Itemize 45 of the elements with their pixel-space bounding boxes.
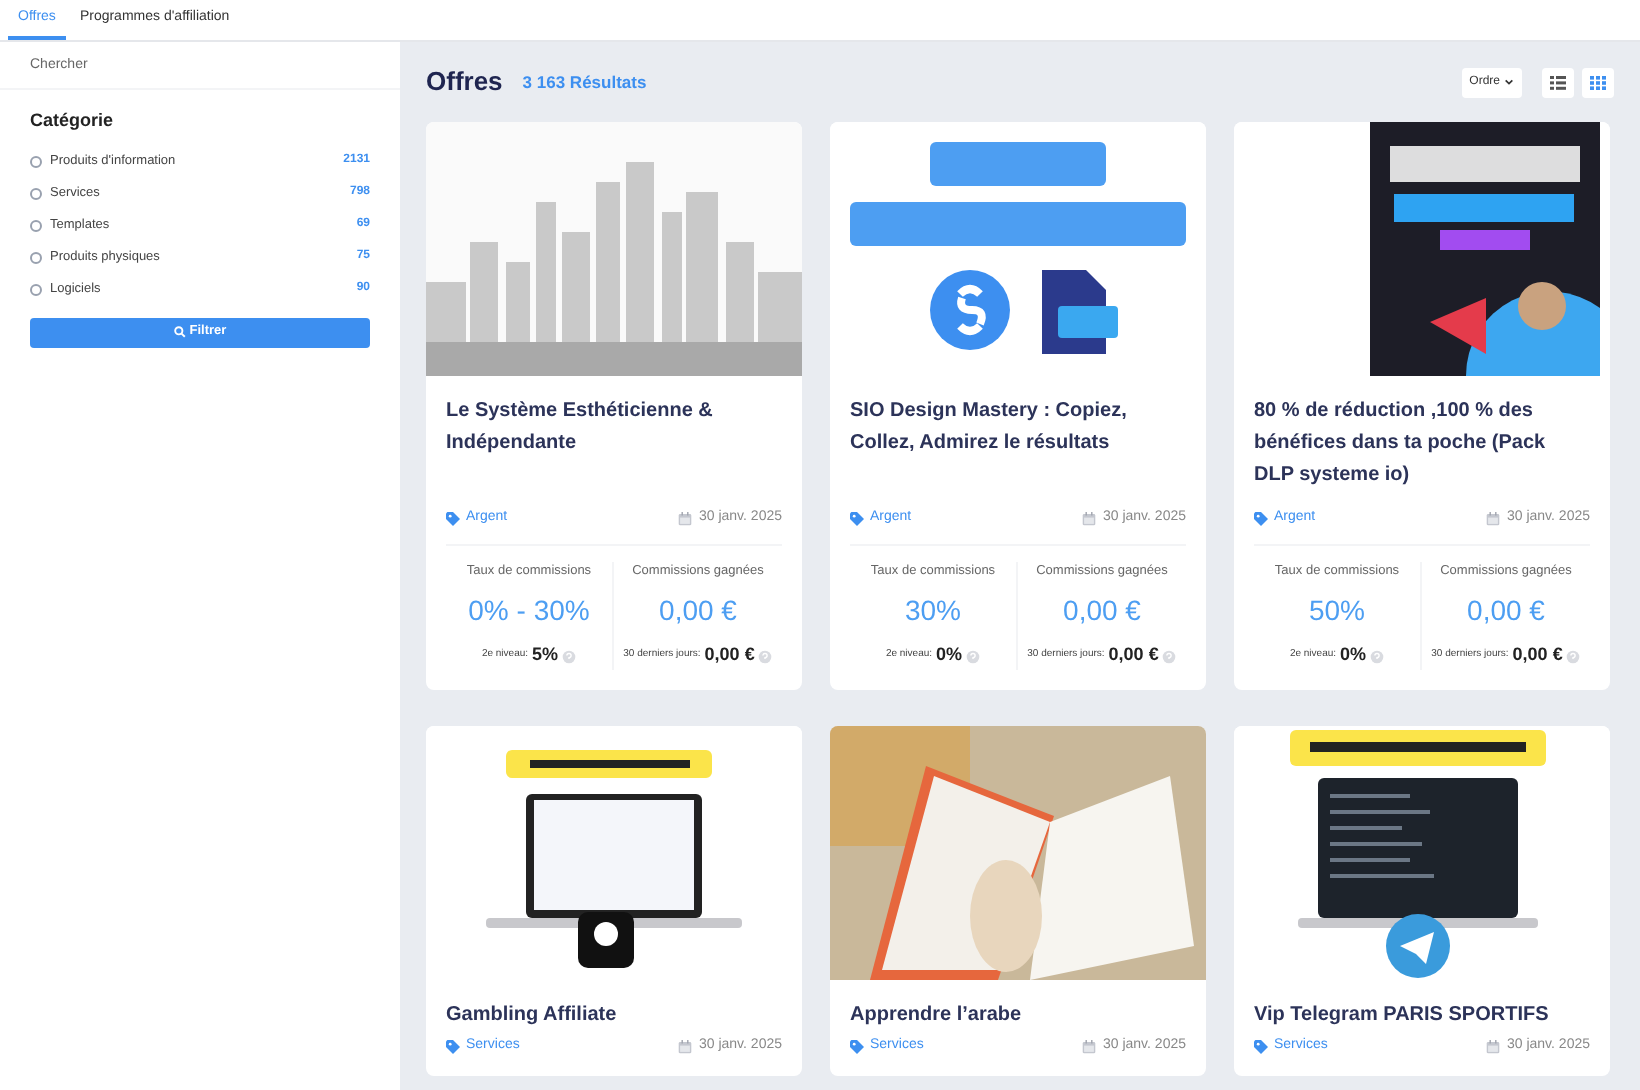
- tag-icon: [446, 511, 460, 526]
- chevron-down-icon: [1504, 78, 1514, 86]
- stat-value: 0,00 €: [1063, 592, 1141, 631]
- grid-icon: [1590, 75, 1606, 89]
- stat-value: 0% - 30%: [468, 592, 590, 631]
- second-level-value: 5%: [532, 642, 559, 669]
- calendar-icon: [1486, 511, 1501, 526]
- offer-title[interactable]: Vip Telegram PARIS SPORTIFS: [1254, 999, 1590, 1032]
- second-level-value: 0%: [936, 642, 963, 669]
- help-icon: [758, 649, 773, 663]
- calendar-icon: [1486, 1039, 1501, 1053]
- calendar-icon: [678, 1039, 693, 1053]
- help-icon: [562, 649, 577, 663]
- tag-icon: [1254, 511, 1268, 526]
- tag-icon: [446, 1039, 460, 1053]
- offer-title[interactable]: SIO Design Mastery : Copiez, Collez, Admirez le résultats: [850, 396, 1186, 500]
- tag-icon: [850, 511, 864, 526]
- stat-value: 30%: [904, 592, 962, 631]
- stat-value: 50%: [1308, 592, 1366, 631]
- last-30-days-value: 0,00 €: [1512, 642, 1563, 669]
- calendar-icon: [678, 511, 693, 526]
- results-count: 3 163 Résultats: [522, 69, 647, 95]
- list-view-button[interactable]: [1542, 67, 1574, 97]
- last-30-days-value: 0,00 €: [704, 642, 755, 669]
- list-icon: [1550, 75, 1566, 89]
- last-30-days-value: 0,00 €: [1108, 642, 1159, 669]
- stat-value: 0,00 €: [1467, 592, 1545, 631]
- tag-icon: [1254, 1039, 1268, 1053]
- category-heading: Catégorie: [28, 108, 116, 134]
- search-icon: [173, 326, 186, 338]
- stat-value: 0,00 €: [659, 592, 737, 631]
- page-title: Offres: [426, 64, 503, 101]
- grid-view-button[interactable]: [1582, 67, 1614, 97]
- offer-title[interactable]: Gambling Affiliate: [446, 999, 782, 1032]
- tag-icon: [850, 1039, 864, 1053]
- second-level-value: 0%: [1340, 642, 1367, 669]
- help-icon: [1370, 649, 1385, 663]
- offer-title[interactable]: 80 % de réduction ,100 % des bénéfices dans ta poche (Pack DLP systeme io): [1254, 396, 1590, 500]
- help-icon: [1566, 649, 1581, 663]
- help-icon: [966, 649, 981, 663]
- calendar-icon: [1082, 1039, 1097, 1053]
- offer-title[interactable]: Apprendre l’arabe: [850, 999, 1186, 1032]
- calendar-icon: [1082, 511, 1097, 526]
- offer-title[interactable]: Le Système Esthéticienne & Indépendante: [446, 396, 782, 500]
- help-icon: [1162, 649, 1177, 663]
